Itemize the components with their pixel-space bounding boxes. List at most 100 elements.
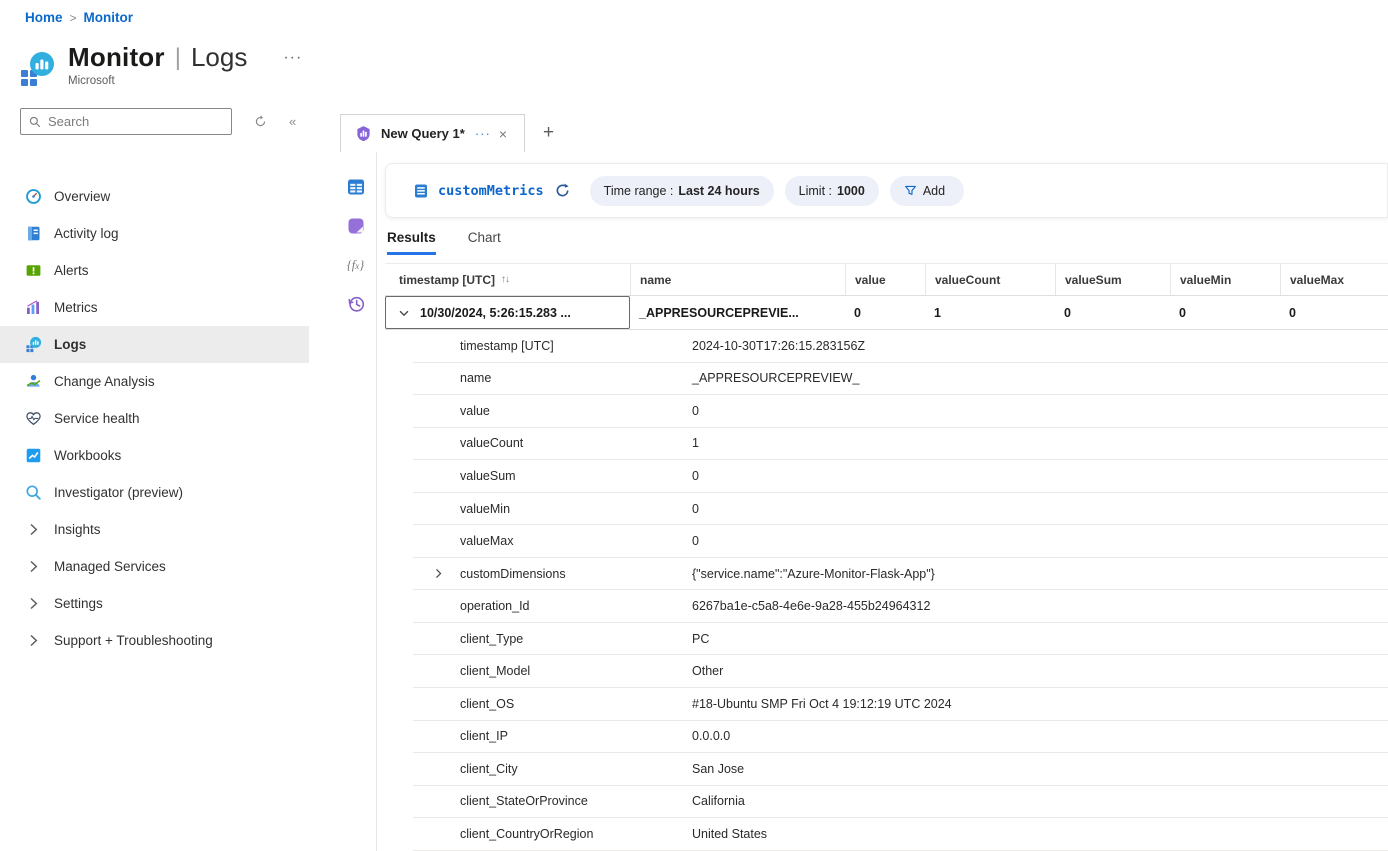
row-valuecount: 1 (925, 296, 1055, 329)
sidebar-item-support-troubleshooting[interactable]: Support + Troubleshooting (0, 622, 309, 659)
new-tab-button[interactable]: + (543, 122, 554, 144)
alerts-icon (25, 262, 42, 279)
breadcrumb: Home > Monitor (25, 10, 133, 25)
sidebar-refresh-icon[interactable] (254, 115, 267, 128)
results-grid: timestamp [UTC] ↑↓ name value valueCount… (385, 263, 1388, 851)
sidebar-item-activity-log[interactable]: Activity log (0, 215, 309, 252)
pill-add[interactable]: Add (890, 176, 964, 206)
chevron-right-icon (25, 595, 42, 612)
tab-chart[interactable]: Chart (468, 230, 501, 255)
breadcrumb-separator: > (70, 11, 77, 25)
detail-row-client-ip[interactable]: client_IP 0.0.0.0 (413, 721, 1388, 754)
tables-pane-icon[interactable] (345, 176, 367, 198)
chevron-right-icon[interactable] (432, 567, 445, 580)
column-header-valuemin[interactable]: valueMin (1170, 264, 1280, 295)
query-bar: customMetrics Time range : Last 24 hours… (385, 163, 1388, 218)
chevron-right-icon (25, 558, 42, 575)
detail-row-name[interactable]: name _APPRESOURCEPREVIEW_ (413, 363, 1388, 396)
row-valuemax: 0 (1280, 296, 1388, 329)
column-header-valuecount[interactable]: valueCount (925, 264, 1055, 295)
azure-monitor-logs-page: Home > Monitor Monitor | Logs ··· Micros… (0, 0, 1388, 851)
service-health-icon (25, 410, 42, 427)
filter-icon (904, 184, 923, 197)
row-detail-panel: timestamp [UTC] 2024-10-30T17:26:15.2831… (413, 330, 1388, 851)
pill-time-range[interactable]: Time range : Last 24 hours (590, 176, 774, 206)
tab-close-icon[interactable]: × (499, 126, 507, 142)
metrics-icon (25, 299, 42, 316)
detail-row-client-countryorregion[interactable]: client_CountryOrRegion United States (413, 818, 1388, 851)
investigator-icon (25, 484, 42, 501)
page-title: Monitor (68, 42, 165, 73)
change-analysis-icon (25, 373, 42, 390)
example-queries-icon[interactable] (345, 215, 367, 237)
more-options-icon[interactable]: ··· (283, 49, 302, 67)
sidebar-item-alerts[interactable]: Alerts (0, 252, 309, 289)
sidebar-item-managed-services[interactable]: Managed Services (0, 548, 309, 585)
column-header-valuesum[interactable]: valueSum (1055, 264, 1170, 295)
result-tabs: Results Chart (387, 230, 501, 255)
sidebar-item-logs[interactable]: Logs (0, 326, 309, 363)
column-header-valuemax[interactable]: valueMax (1280, 264, 1388, 295)
activity-log-icon (25, 225, 42, 242)
row-timestamp: 10/30/2024, 5:26:15.283 ... (420, 306, 571, 320)
detail-row-valuecount[interactable]: valueCount 1 (413, 428, 1388, 461)
monitor-app-icon (18, 50, 56, 88)
detail-row-valuemax[interactable]: valueMax 0 (413, 525, 1388, 558)
query-table-name[interactable]: customMetrics (438, 183, 544, 199)
row-name: _APPRESOURCEPREVIE... (630, 296, 845, 329)
query-side-toolbar: {fx} (335, 152, 377, 851)
tab-results[interactable]: Results (387, 230, 436, 255)
detail-row-timestamp-utc[interactable]: timestamp [UTC] 2024-10-30T17:26:15.2831… (413, 330, 1388, 363)
query-tab-label: New Query 1* (381, 126, 465, 141)
tab-more-icon[interactable]: ··· (475, 126, 491, 141)
sidebar-item-change-analysis[interactable]: Change Analysis (0, 363, 309, 400)
sidebar-item-insights[interactable]: Insights (0, 511, 309, 548)
detail-row-customdimensions[interactable]: customDimensions {"service.name":"Azure-… (413, 558, 1388, 591)
sidebar-item-investigator-preview[interactable]: Investigator (preview) (0, 474, 309, 511)
query-tab[interactable]: New Query 1* ··· × (340, 114, 525, 152)
detail-row-client-model[interactable]: client_Model Other (413, 655, 1388, 688)
detail-row-client-stateorprovince[interactable]: client_StateOrProvince California (413, 786, 1388, 819)
detail-row-value[interactable]: value 0 (413, 395, 1388, 428)
sidebar: « Overview Activity log Alerts Metrics L… (0, 108, 320, 851)
detail-row-client-os[interactable]: client_OS #18-Ubuntu SMP Fri Oct 4 19:12… (413, 688, 1388, 721)
column-header-value[interactable]: value (845, 264, 925, 295)
sidebar-item-workbooks[interactable]: Workbooks (0, 437, 309, 474)
sidebar-item-metrics[interactable]: Metrics (0, 289, 309, 326)
pill-limit[interactable]: Limit : 1000 (785, 176, 879, 206)
result-row[interactable]: 10/30/2024, 5:26:15.283 ... _APPRESOURCE… (385, 296, 1388, 330)
detail-row-valuesum[interactable]: valueSum 0 (413, 460, 1388, 493)
refresh-run-icon[interactable] (555, 183, 570, 198)
sidebar-collapse-icon[interactable]: « (289, 114, 296, 129)
sidebar-nav: Overview Activity log Alerts Metrics Log… (0, 178, 320, 659)
detail-row-operation-id[interactable]: operation_Id 6267ba1e-c5a8-4e6e-9a28-455… (413, 590, 1388, 623)
tab-strip: New Query 1* ··· × + (335, 108, 1388, 152)
chevron-down-icon[interactable] (397, 306, 411, 320)
column-header-timestamp-utc[interactable]: timestamp [UTC] ↑↓ (385, 264, 630, 295)
org-label: Microsoft (68, 75, 302, 87)
sidebar-item-service-health[interactable]: Service health (0, 400, 309, 437)
sidebar-item-settings[interactable]: Settings (0, 585, 309, 622)
search-box[interactable] (20, 108, 232, 135)
query-history-icon[interactable] (345, 293, 367, 315)
functions-icon[interactable]: {fx} (345, 254, 367, 276)
row-value: 0 (845, 296, 925, 329)
detail-row-client-city[interactable]: client_City San Jose (413, 753, 1388, 786)
chevron-right-icon (25, 521, 42, 538)
detail-row-valuemin[interactable]: valueMin 0 (413, 493, 1388, 526)
chevron-right-icon (25, 632, 42, 649)
row-valuemin: 0 (1170, 296, 1280, 329)
sidebar-item-overview[interactable]: Overview (0, 178, 309, 215)
detail-row-client-type[interactable]: client_Type PC (413, 623, 1388, 656)
breadcrumb-monitor[interactable]: Monitor (84, 10, 134, 25)
breadcrumb-home[interactable]: Home (25, 10, 63, 25)
sort-indicator-icon[interactable]: ↑↓ (501, 274, 509, 285)
page-header: Monitor | Logs ··· Microsoft (18, 42, 302, 88)
column-header-name[interactable]: name (630, 264, 845, 295)
workbooks-icon (25, 447, 42, 464)
table-icon (413, 183, 429, 199)
search-input[interactable] (48, 114, 223, 129)
search-icon (29, 116, 41, 128)
main-panel: New Query 1* ··· × + {fx} customMetrics (335, 108, 1388, 851)
page-subtitle: Logs (191, 42, 247, 73)
